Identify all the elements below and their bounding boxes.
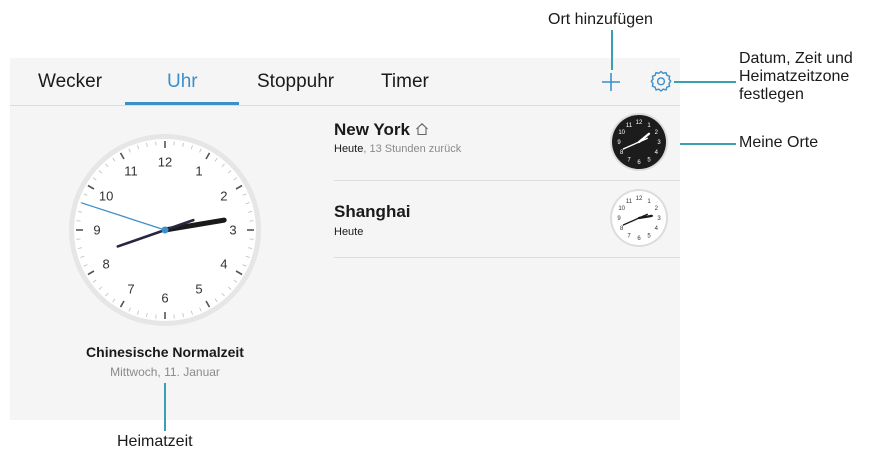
callout-home-time: Heimatzeit [117,433,193,450]
leader-line-settings [674,81,736,83]
active-tab-indicator [125,102,239,105]
gear-icon [650,70,672,92]
callout-settings-line3: festlegen [739,86,804,103]
clock-number: 2 [220,189,227,204]
add-city-button[interactable] [601,72,621,92]
home-icon [415,123,428,136]
clock-number: 8 [102,257,109,272]
callout-settings-line2: Heimatzeitzone [739,68,850,85]
list-divider [334,257,680,258]
tab-stoppuhr[interactable]: Stoppuhr [257,71,334,93]
clock-number: 12 [158,155,172,170]
clock-number: 10 [618,130,625,136]
home-date: Mittwoch, 11. Januar [110,365,220,379]
shanghai-mini-clock: 12 1234567891011 [610,189,668,247]
callout-settings-line1: Datum, Zeit und [739,50,853,67]
city-name: Shanghai [334,202,411,221]
city-time-offset: Heute [334,226,364,238]
clock-number: 12 [636,120,643,126]
clock-app-screen: Wecker Uhr Stoppuhr Timer 12 1 2 3 4 5 6 7 8 9 10 1… [10,58,680,420]
home-timezone-name: Chinesische Normalzeit [86,344,244,360]
clock-center-dot [161,226,169,234]
clock-number: 10 [618,206,625,212]
city-row-new-york[interactable]: New York Heute, 13 Stunden zurück 12 1 2 3 4… [334,108,680,186]
new-york-mini-clock: 12 1234567891011 [610,113,668,171]
clock-number: 9 [93,223,100,238]
city-row-shanghai[interactable]: Shanghai Heute 12 1 2 3 4 5 6 7 8 9 10 11 [334,186,680,264]
clock-number: 1 [195,164,202,179]
list-divider [334,180,680,181]
clock-number: 11 [626,199,633,205]
leader-line-add [611,30,613,70]
clock-number: 10 [99,189,113,204]
clock-number: 6 [161,291,168,306]
city-name: New York [334,120,429,140]
home-analog-clock: 121234567891011 [69,134,261,326]
clock-number: 7 [127,281,134,296]
callout-my-places: Meine Orte [739,134,819,151]
clock-number: 4 [220,257,227,272]
city-time-offset: Heute, 13 Stunden zurück [334,143,462,155]
leader-line-home-time [164,383,166,431]
callout-add-place: Ort hinzufügen [548,11,653,28]
clock-number: 5 [195,281,202,296]
clock-number: 11 [124,164,138,179]
leader-line-my-places [680,143,736,145]
clock-number: 12 [636,196,643,202]
tab-uhr[interactable]: Uhr [167,71,198,93]
tab-timer[interactable]: Timer [381,71,429,93]
plus-icon [602,73,620,91]
tab-wecker[interactable]: Wecker [38,71,102,93]
clock-number: 11 [626,123,633,129]
clock-number: 3 [229,223,236,238]
tab-bar: Wecker Uhr Stoppuhr Timer [10,58,680,106]
settings-button[interactable] [650,70,672,92]
